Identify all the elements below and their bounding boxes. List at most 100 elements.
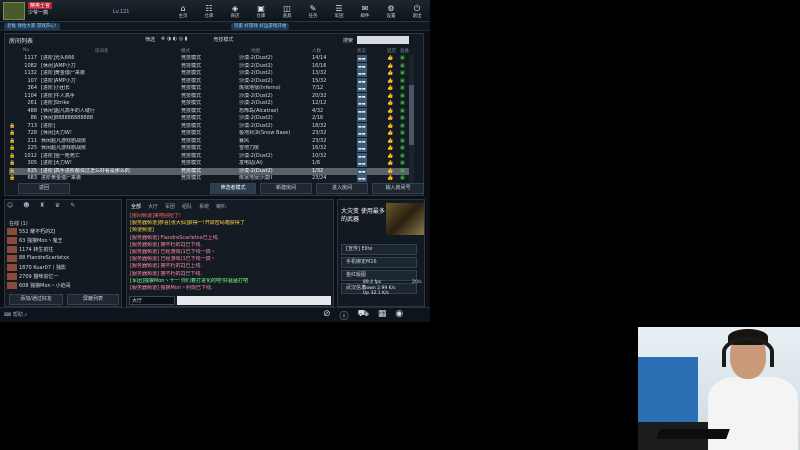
nav-store[interactable]: ◈ 商店 bbox=[222, 1, 248, 21]
room-name: [休闲]AMP小刀 bbox=[41, 62, 76, 69]
room-row[interactable]: 🔒 713 [进阶] 竞技模式 沙漠-2(Dust2) 18/32 ▬▬ 👍 ▣ bbox=[9, 122, 409, 130]
rank-badge: 精英士官 bbox=[28, 2, 53, 9]
chat-message: [服务器频道] 拥不朽的ZJ已上线. bbox=[130, 263, 202, 270]
ready-icon: ▣ bbox=[400, 55, 405, 61]
friend-item[interactable]: 2709 猫咪追忆一 bbox=[19, 273, 58, 280]
group-tab-icon[interactable]: ☻ bbox=[23, 202, 29, 209]
chat-tab[interactable]: 系统 bbox=[199, 203, 209, 210]
chat-tab[interactable]: 大厅 bbox=[148, 203, 158, 210]
gift-icon[interactable]: ▦ bbox=[378, 309, 387, 322]
filter-icons[interactable]: ✜ ◑ ◐ ◎ ▮ bbox=[161, 36, 187, 43]
thumbs-up-icon: 👍 bbox=[387, 107, 394, 114]
ready-icon: ▣ bbox=[400, 130, 405, 136]
col-status[interactable]: 状态 bbox=[357, 48, 366, 54]
col-no[interactable]: No bbox=[23, 48, 29, 53]
nav-team[interactable]: ☰ 军团 bbox=[326, 1, 352, 21]
room-row[interactable]: 🔒 635 [进阶]高手进阶都说过怎么好看是那么的 竞技模式 沙漠-2(Dust2) 1/… bbox=[9, 167, 409, 175]
col-ready[interactable]: 准备 bbox=[400, 48, 409, 54]
friends-tab-icon[interactable]: ☺ bbox=[7, 202, 13, 209]
nav-settings[interactable]: ⚙ 设置 bbox=[378, 1, 404, 21]
lock-icon: 🔒 bbox=[9, 130, 16, 136]
mode-filter[interactable]: 竞技模式 bbox=[213, 36, 233, 43]
create-room-button[interactable]: 新建房间 bbox=[260, 183, 312, 194]
room-row[interactable]: 🔒 728 [休闲]大刀W! 竞技模式 极地对决(Snow Base) 23/32 ▬▬ 👍 ▣ bbox=[9, 130, 409, 137]
room-map: 发电站(AI) bbox=[239, 160, 263, 166]
room-count: 13/32 bbox=[312, 70, 327, 76]
team-tab-icon[interactable]: ♜ bbox=[40, 202, 45, 209]
room-row[interactable]: 🔒 305 [进阶]大刀W! 竞技模式 发电站(AI) 1/6 ▬▬ 👍 ▣ bbox=[9, 160, 409, 167]
enter-room-button[interactable]: 进入房间 bbox=[316, 183, 368, 194]
nav-home[interactable]: ⌂ 主页 bbox=[170, 1, 196, 21]
room-number: 364 bbox=[27, 85, 37, 91]
room-name: [进阶]大刀W! bbox=[41, 160, 72, 166]
chat-input[interactable] bbox=[177, 296, 331, 305]
player-avatar[interactable] bbox=[3, 2, 25, 20]
room-number: 713 bbox=[27, 122, 37, 129]
friend-item[interactable]: 552 耀不朽的ZJ bbox=[19, 228, 55, 235]
back-button[interactable]: 返回 bbox=[18, 183, 70, 194]
blocklist-button[interactable]: 屏蔽列表 bbox=[67, 294, 119, 305]
blacklist-tab-icon[interactable]: ✎ bbox=[70, 202, 75, 209]
nav-shop[interactable]: ☷ 仓库 bbox=[196, 1, 222, 21]
depot-icon: ▣ bbox=[257, 3, 265, 13]
nav-package[interactable]: ◫ 道具 bbox=[274, 1, 300, 21]
room-row[interactable]: 1082 [休闲]AMP小刀 竞技模式 沙漠-2(Dust2) 16/16 ▬▬ 👍 ▣ bbox=[9, 62, 409, 70]
col-mode[interactable]: 模式 bbox=[181, 48, 190, 54]
add-friend-button[interactable]: 添加/通过好友 bbox=[9, 294, 63, 305]
friend-item[interactable]: 88 FlandreScarletxx bbox=[19, 255, 69, 261]
friend-item[interactable]: 1174 转生前往 bbox=[19, 246, 53, 253]
friend-item[interactable]: 608 独狼Mon丶小焰哥 bbox=[19, 282, 71, 289]
friend-item[interactable]: 63 独狼Mon丶鬼王 bbox=[19, 237, 63, 244]
chat-channel-select[interactable]: 大厅 bbox=[129, 296, 175, 305]
chat-tab[interactable]: 全部 bbox=[131, 203, 141, 210]
lock-icon: 🔒 bbox=[9, 145, 16, 151]
room-row[interactable]: 261 [进阶]Strike 竞技模式 沙漠-2(Dust2) 12/12 ▬▬ 👍 ▣ bbox=[9, 100, 409, 107]
room-row[interactable]: 🔒 225 休闲超凡游戏剧战房 竞技模式 雪地刀房 16/32 ▬▬ 👍 ▣ bbox=[9, 145, 409, 152]
room-count: 12/12 bbox=[312, 100, 327, 106]
room-name: 休闲超凡游戏剧战房 bbox=[41, 145, 87, 151]
col-count[interactable]: 人数 bbox=[312, 48, 321, 54]
room-name: [进阶]黄金僵尸来袭 bbox=[41, 70, 85, 76]
friend-name: 耀不朽的ZJ bbox=[30, 229, 56, 235]
toggle-icon[interactable]: ◉ bbox=[395, 309, 403, 322]
chat-tab[interactable]: 喇叭 bbox=[216, 203, 226, 210]
room-row[interactable]: 107 [进阶]AMP小刀 竞技模式 沙漠-2(Dust2) 15/32 ▬▬ 👍 ▣ bbox=[9, 77, 409, 85]
nav-label: 仓库 bbox=[204, 13, 214, 19]
help-area[interactable]: ⌨ 帮助 ⌕ bbox=[4, 311, 27, 318]
nav-depot[interactable]: ▣ 仓库 bbox=[248, 1, 274, 21]
chat-tab[interactable]: 组队 bbox=[182, 203, 192, 210]
guild-tab-icon[interactable]: ♛ bbox=[55, 202, 60, 209]
nav-exit[interactable]: ⏻ 退出 bbox=[404, 1, 430, 21]
side-button-phone[interactable]: 手机绑定M16 bbox=[341, 257, 417, 268]
room-row[interactable]: 🔒 1012 [进阶]狙一枪死亡 竞技模式 沙漠-2(Dust2) 10/32 ▬▬ 👍 ▣ bbox=[9, 152, 409, 160]
room-map: 暴风 bbox=[239, 137, 250, 144]
room-row[interactable]: 364 [进阶]小团长 竞技模式 炼狱地狱(Inferno) 7/12 ▬▬ 👍 ▣ bbox=[9, 85, 409, 92]
side-button-elite[interactable]: [宣传] Elite bbox=[341, 244, 417, 255]
status-badge: ▬▬ bbox=[357, 152, 367, 160]
search-label: 搜索 bbox=[343, 38, 354, 44]
nav-mail[interactable]: ✉ 邮件 bbox=[352, 1, 378, 21]
col-ping[interactable]: 延迟 bbox=[387, 48, 396, 54]
room-list-scrollbar[interactable] bbox=[409, 55, 414, 185]
search-input[interactable] bbox=[357, 36, 409, 44]
room-row[interactable]: 1117 [进阶]光头666 竞技模式 沙漠-2(Dust2) 14/14 ▬▬ 👍 ▣ bbox=[9, 55, 409, 62]
promo-text: 大灾变 使用最多的武器 bbox=[341, 208, 385, 223]
cart-icon[interactable]: ⛟ bbox=[358, 309, 369, 322]
chat-tab[interactable]: 军团 bbox=[165, 203, 175, 210]
room-row[interactable]: 86 [休闲]888888888888 竞技模式 沙漠-2(Dust2) 2/16 ▬▬ 👍… bbox=[9, 115, 409, 122]
info-icon[interactable]: ⓘ bbox=[340, 309, 349, 322]
room-row[interactable]: 🔒 211 休闲超凡游戏剧战房 竞技模式 暴风 23/32 ▬▬ 👍 ▣ bbox=[9, 137, 409, 145]
friend-item[interactable]: 1870 Kuar07丨独影 bbox=[19, 264, 66, 271]
compass-icon[interactable]: ⊘ bbox=[323, 309, 331, 322]
nav-task[interactable]: ✎ 任务 bbox=[300, 1, 326, 21]
filter-mode-button[interactable]: 筛选者模式 bbox=[210, 183, 256, 194]
room-row[interactable]: 488 [休闲]超凡高手的人缝行 竞技模式 恐怖岛(Alcatraz) 4/32 ▬▬ 👍 ▣ bbox=[9, 107, 409, 115]
room-row[interactable]: 1104 [进阶]牛人高手 竞技模式 沙漠-2(Dust2) 20/32 ▬▬ 👍 ▣ bbox=[9, 92, 409, 100]
room-row[interactable]: 1132 [进阶]黄金僵尸来袭 竞技模式 沙漠-2(Dust2) 13/32 ▬▬ 👍 ▣ bbox=[9, 70, 409, 77]
col-map[interactable]: 地图 bbox=[251, 48, 260, 54]
col-name[interactable]: 房间名 bbox=[95, 48, 109, 54]
scrollbar-thumb[interactable] bbox=[409, 85, 414, 145]
room-row[interactable]: 🔒 683 进阶黄金僵尸来袭 竞技模式 炼狱地狱沙漠II 23/24 ▬▬ 👍 ▣ bbox=[9, 175, 409, 182]
enter-room-number-button[interactable]: 输入房间号 bbox=[372, 183, 424, 194]
promo-image[interactable] bbox=[386, 203, 424, 235]
